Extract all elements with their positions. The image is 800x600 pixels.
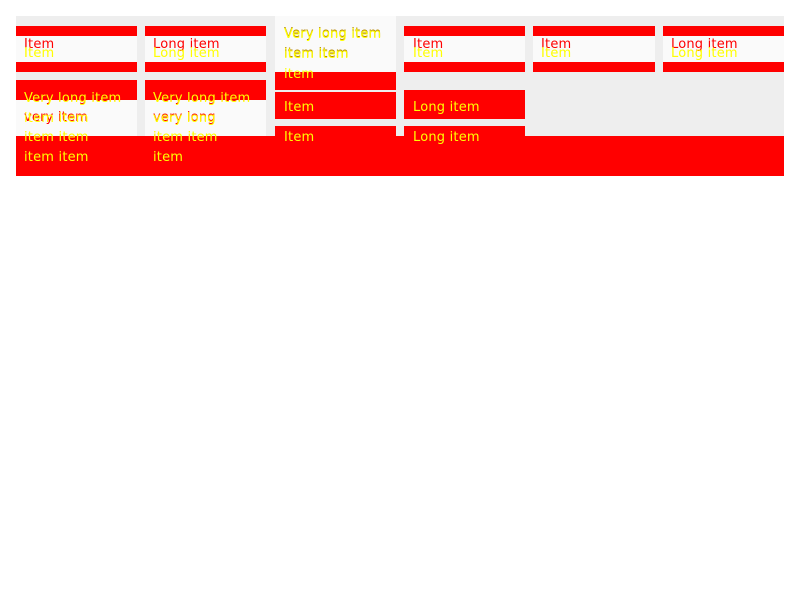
cell-5-label-b: Item [541,46,572,61]
cell-6-label-b: Long item [671,46,738,61]
right-panel [525,72,784,136]
cell-8-label-d: very long [153,111,216,126]
cell-5-top-bar [533,26,655,36]
cell-1-bottom-bar [16,62,137,72]
cell-8-label-e: item item [153,130,218,145]
cell-10-label-a: Long item [413,100,480,115]
cell-2-bottom-bar [145,62,266,72]
test-canvas: Item Item Long item Long item Very long … [0,0,800,600]
cell-4-top-bar [404,26,525,36]
cell-9-label-b: Item [284,130,315,145]
cell-10-label-b: Long item [413,130,480,145]
cell-3-label-d: item item [284,47,349,62]
cell-8-label-f: item [153,150,184,165]
cell-5-bottom-bar [533,62,655,72]
cell-6-bottom-bar [663,62,784,72]
cell-3-box [275,16,396,72]
cell-9-label-a: Item [284,100,315,115]
cell-6-top-bar [663,26,784,36]
cell-7-label-e: item item [24,130,89,145]
cell-7-label-b: Very long item [24,91,122,106]
cell-8-label-b: Very long item [153,91,251,106]
cell-4-bottom-bar [404,62,525,72]
bottom-band [16,136,784,176]
cell-3-label-b: Very long item [284,27,382,42]
cell-3-label-e: item [284,67,315,82]
cell-7-label-f: item item [24,150,89,165]
cell-1-top-bar [16,26,137,36]
cell-2-label-b: Long item [153,46,220,61]
cell-2-top-bar [145,26,266,36]
cell-7-label-d: item item [24,111,89,126]
cell-4-label-b: Item [413,46,444,61]
cell-1-label-b: Item [24,46,55,61]
